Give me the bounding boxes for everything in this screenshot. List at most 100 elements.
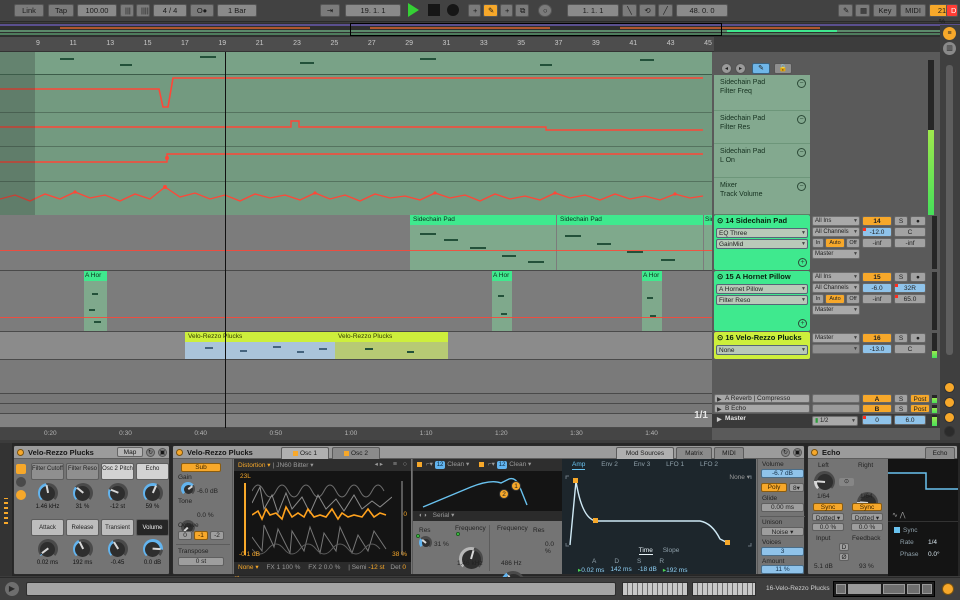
sub-tone-value[interactable]: 0.0 % (197, 512, 214, 519)
clip-title[interactable]: Velo-Rezzo Plucks (335, 332, 448, 342)
osc-fx2-amount[interactable]: FX 2 0.0 % (308, 564, 340, 571)
poly-mode-button[interactable]: Poly (761, 483, 787, 492)
unison-voices-field[interactable]: 3 (761, 547, 804, 556)
lane-label[interactable]: Sidechain Pad Filter Freq − (714, 75, 810, 111)
computer-midi-keyboard-icon[interactable]: ▦ (855, 4, 870, 17)
filter1-freq-value[interactable]: 1.46 kHz (457, 560, 483, 567)
device-chain-overview[interactable] (833, 581, 935, 597)
return-title[interactable]: ▶B Echo (714, 404, 810, 413)
clip-a-hornet[interactable]: A Hor (84, 271, 107, 331)
stereo-link-icon[interactable]: ⊙ (839, 478, 854, 486)
echo-dry-toggle[interactable]: D (839, 543, 849, 551)
lane-options-icon[interactable]: ▥ (943, 42, 956, 55)
peak-level-left[interactable]: -inf (862, 294, 892, 304)
tab-echo[interactable]: Echo (925, 447, 955, 459)
input-type-chooser[interactable]: All Ins (812, 272, 860, 282)
wavetable-name-menu[interactable]: | JN60 Bitter ▾ (273, 462, 314, 469)
overview-view-rectangle[interactable] (350, 23, 722, 36)
clip-title[interactable]: Velo-Rezzo Plucks (185, 332, 335, 342)
clip-title[interactable]: Sidechain Pad (557, 215, 703, 225)
fold-icon[interactable]: ▶ (717, 406, 722, 413)
prev-automation-icon[interactable]: ◂ (721, 63, 732, 74)
env-time-toggle[interactable]: Time (639, 547, 653, 555)
link-button[interactable]: Link (14, 4, 44, 17)
envelope-display[interactable] (562, 473, 756, 551)
return-activator[interactable]: A (862, 394, 892, 403)
disk-overload-indicator[interactable]: D (946, 4, 958, 17)
subtab-amp[interactable]: Amp (572, 461, 585, 470)
master-lane[interactable] (0, 414, 712, 428)
tempo-field[interactable]: 100.00 (77, 4, 117, 17)
return-a-activator-badge[interactable] (944, 382, 955, 393)
return-a-header[interactable]: ▶A Reverb | Compresso A S Post (712, 394, 940, 404)
lane-label[interactable]: Sidechain Pad L On − (714, 144, 810, 178)
osc-gain-slider[interactable] (244, 483, 246, 555)
lane-param-name[interactable]: Filter Res (720, 124, 806, 133)
arm-button[interactable]: ● (910, 333, 926, 343)
wave-position-value[interactable]: 38 % (392, 551, 407, 558)
solo-button[interactable]: S (894, 216, 908, 226)
capture-midi-icon[interactable]: ⧉ (515, 4, 529, 17)
viz-circle-icon[interactable]: ○ (403, 459, 407, 470)
draw-mode-icon[interactable]: ✎ (483, 4, 498, 17)
play-button[interactable] (408, 3, 419, 17)
tab-matrix[interactable]: Matrix (676, 447, 712, 459)
echo-right-mode-menu[interactable]: Dotted ▾ (851, 513, 883, 521)
monitor-off[interactable]: Off (846, 294, 860, 304)
arm-button[interactable]: ● (910, 216, 926, 226)
punch-in-icon[interactable]: ╲ (622, 4, 637, 17)
macro-knob-osc2-pitch[interactable] (108, 483, 128, 503)
macro-value[interactable]: 0.0 dB (136, 560, 169, 566)
filter2-on-icon[interactable] (479, 462, 484, 467)
draw-automation-icon[interactable]: ✎ (838, 4, 853, 17)
filter2-freq-value[interactable]: 486 Hz (501, 560, 522, 567)
next-automation-icon[interactable]: ▸ (735, 63, 746, 74)
track-title[interactable]: ⊙ 14 Sidechain Pad (714, 215, 810, 227)
clip-title[interactable]: A Hor (84, 271, 107, 281)
peak-level-right[interactable]: -inf (894, 238, 926, 248)
input-channel-chooser[interactable]: All Channels (812, 283, 860, 293)
save-preset-icon[interactable]: ▣ (793, 448, 802, 457)
overdub-icon[interactable]: + (468, 4, 481, 17)
unison-mode-menu[interactable]: Noise ▾ (761, 527, 804, 536)
add-lane-icon[interactable]: + (798, 258, 807, 267)
osc-fx1-amount[interactable]: FX 1 100 % (266, 564, 300, 571)
empty-track-area[interactable]: Drop Files and Devices Here (0, 360, 712, 394)
filter2-circuit-menu[interactable]: Clean ▾ (509, 461, 531, 468)
punch-out-icon[interactable]: ╱ (658, 4, 673, 17)
filter1-res-value[interactable]: 31 % (434, 541, 449, 548)
track-activator[interactable]: 15 (862, 272, 892, 282)
prev-next-table-icon[interactable]: ◂ ▸ (375, 459, 383, 470)
wave-shape-icons[interactable]: ∿ ⋀ (892, 511, 906, 519)
time-ruler[interactable]: 0:200:300:400:501:001:101:201:301:40 (0, 428, 712, 440)
macro-knob-echo[interactable] (143, 483, 163, 503)
clip-velo-rezzo[interactable]: Velo-Rezzo Plucks (185, 332, 335, 359)
remove-lane-icon[interactable]: − (797, 148, 806, 157)
macro-map-button[interactable]: Map (117, 447, 143, 457)
solo-button[interactable]: S (894, 394, 908, 403)
subtab-env2[interactable]: Env 2 (601, 461, 618, 468)
wavetable-volume-field[interactable]: -6.7 dB (761, 469, 804, 478)
rack-title-bar[interactable]: Velo-Rezzo Plucks Map ↻ ▣ (14, 446, 169, 459)
lane-param-name[interactable]: L On (720, 157, 806, 166)
macro-value[interactable]: -12 st (101, 504, 134, 510)
wavetable-title-bar[interactable]: Velo-Rezzo Plucks Osc 1 Osc 2 Mod Source… (173, 446, 804, 459)
osc-effect-mode-menu[interactable]: None ▾ (238, 564, 259, 571)
viz-list-icon[interactable]: ≡ (393, 459, 397, 470)
return-b-lane[interactable] (0, 404, 712, 414)
pan-field[interactable]: C (894, 344, 926, 354)
subtab-env3[interactable]: Env 3 (634, 461, 651, 468)
device-chooser[interactable]: None (716, 345, 808, 355)
volume-field[interactable]: -6.0 (862, 283, 892, 293)
env-release-value[interactable]: ▸192 ms (663, 566, 688, 574)
master-volume-field[interactable]: 0 (862, 415, 892, 425)
midi-map-button[interactable]: MIDI (900, 4, 926, 17)
tab-mod-sources[interactable]: Mod Sources (616, 447, 674, 459)
master-activator-badge[interactable] (944, 412, 955, 423)
env-attack-value[interactable]: ▸0.02 ms (578, 566, 604, 574)
lane-param-name[interactable]: Filter Freq (720, 88, 806, 97)
osc-semi-value[interactable]: -12 st (368, 564, 384, 571)
clip-sidechain-pad[interactable]: Sidechain Pad (557, 215, 703, 270)
filter2-res-value[interactable]: 0.0 % (545, 541, 561, 555)
filter1-res-knob[interactable] (419, 536, 432, 549)
